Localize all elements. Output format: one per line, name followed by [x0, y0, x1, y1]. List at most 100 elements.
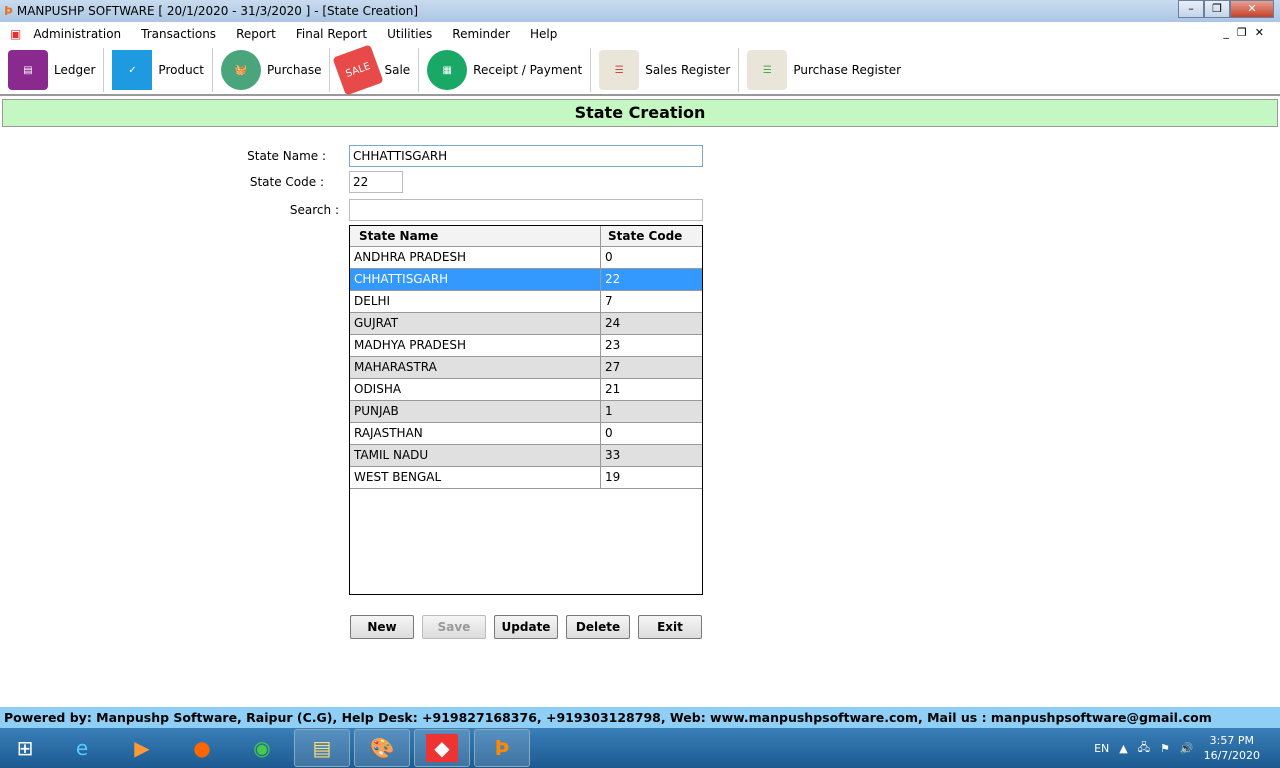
state-name-cell: WEST BENGAL [350, 467, 601, 488]
state-code-cell: 23 [605, 338, 621, 352]
sales-register-button[interactable]: ☰ Sales Register [591, 48, 740, 92]
chrome-icon[interactable]: ◉ [234, 729, 290, 767]
volume-icon[interactable]: 🔊 [1180, 742, 1194, 755]
purchase-label: Purchase [266, 63, 322, 77]
state-name-cell: PUNJAB [350, 401, 601, 422]
delete-button[interactable]: Delete [566, 615, 630, 639]
table-row[interactable]: MAHARASTRA 27 [350, 357, 702, 379]
menu-help[interactable]: Help [530, 27, 557, 41]
sale-tag-icon: SALE [332, 44, 385, 96]
anydesk-icon[interactable]: ◆ [414, 729, 470, 767]
sale-label: Sale [384, 63, 411, 77]
state-code-cell: 33 [605, 448, 621, 462]
ledger-label: Ledger [54, 63, 96, 77]
state-code-cell: 24 [605, 316, 621, 330]
clock-time: 3:57 PM [1209, 734, 1254, 747]
state-code-cell: 1 [605, 404, 613, 418]
window-title: MANPUSHP SOFTWARE [ 20/1/2020 - 31/3/202… [16, 4, 419, 18]
menu-administration[interactable]: Administration [33, 27, 121, 41]
purchase-register-label: Purchase Register [793, 63, 902, 77]
table-row[interactable]: RAJASTHAN 0 [350, 423, 702, 445]
purchase-button[interactable]: 🧺 Purchase [213, 48, 331, 92]
state-name-cell: GUJRAT [350, 313, 601, 334]
exit-button[interactable]: Exit [638, 615, 702, 639]
menu-reminder[interactable]: Reminder [452, 27, 510, 41]
state-name-cell: RAJASTHAN [350, 423, 601, 444]
manpushp-app-icon[interactable]: Ϸ [474, 729, 530, 767]
table-row[interactable]: PUNJAB 1 [350, 401, 702, 423]
internet-explorer-icon[interactable]: e [54, 729, 110, 767]
close-button[interactable]: ✕ [1230, 0, 1274, 18]
state-name-cell: CHHATTISGARH [350, 269, 601, 290]
menu-transactions[interactable]: Transactions [141, 27, 216, 41]
show-hidden-icons-icon[interactable]: ▲ [1119, 742, 1127, 755]
state-name-cell: MAHARASTRA [350, 357, 601, 378]
receipt-payment-button[interactable]: ▦ Receipt / Payment [419, 48, 592, 92]
receipt-payment-label: Receipt / Payment [473, 63, 583, 77]
receipt-icon: ▦ [427, 50, 468, 90]
register-icon: ☰ [747, 50, 788, 90]
table-row[interactable]: TAMIL NADU 33 [350, 445, 702, 467]
table-row[interactable]: WEST BENGAL 19 [350, 467, 702, 489]
taskbar: ⊞ e ▶ ● ◉ ▤ 🎨 ◆ Ϸ EN ▲ 🖧 ⚑ 🔊 3:57 PM 16/… [0, 728, 1280, 768]
table-row[interactable]: CHHATTISGARH 22 [350, 269, 702, 291]
basket-icon: 🧺 [220, 50, 261, 90]
menu-final-report[interactable]: Final Report [296, 27, 367, 41]
network-icon[interactable]: 🖧 [1138, 739, 1150, 758]
register-icon: ☰ [599, 50, 640, 90]
minimize-button[interactable]: – [1178, 0, 1204, 18]
state-code-cell: 27 [605, 360, 621, 374]
maximize-button[interactable]: ❐ [1204, 0, 1230, 18]
page-title: State Creation [2, 99, 1278, 127]
toolbar: ▤ Ledger ✓ Product 🧺 Purchase SALE Sale ▦ Rec… [0, 44, 1280, 96]
app-logo-icon: Ϸ [4, 4, 13, 18]
state-code-cell: 0 [605, 250, 613, 264]
mdi-app-icon[interactable]: ▣ [10, 27, 21, 41]
footer-info: Powered by: Manpushp Software, Raipur (C… [0, 707, 1280, 728]
action-center-flag-icon[interactable]: ⚑ [1160, 742, 1170, 755]
state-code-cell: 0 [605, 426, 613, 440]
table-header: State Name State Code [350, 226, 702, 247]
products-icon: ✓ [112, 50, 153, 90]
menu-report[interactable]: Report [236, 27, 276, 41]
state-name-input[interactable]: CHHATTISGARH [349, 145, 703, 167]
state-code-label: State Code : [249, 175, 324, 189]
new-button[interactable]: New [350, 615, 414, 639]
state-name-cell: DELHI [350, 291, 601, 312]
sales-register-label: Sales Register [645, 63, 731, 77]
state-name-cell: ANDHRA PRADESH [350, 247, 601, 268]
state-name-label: State Name : [247, 149, 326, 163]
product-button[interactable]: ✓ Product [104, 48, 213, 92]
table-row[interactable]: DELHI 7 [350, 291, 702, 313]
states-table[interactable]: State Name State Code ANDHRA PRADESH 0 CHH… [349, 225, 703, 595]
product-label: Product [158, 63, 204, 77]
ledger-book-icon: ▤ [8, 50, 48, 90]
paint-icon[interactable]: 🎨 [354, 729, 410, 767]
system-tray: EN ▲ 🖧 ⚑ 🔊 3:57 PM 16/7/2020 [1094, 728, 1260, 768]
purchase-register-button[interactable]: ☰ Purchase Register [739, 48, 909, 92]
table-row[interactable]: MADHYA PRADESH 23 [350, 335, 702, 357]
column-header-state-name[interactable]: State Name [350, 226, 601, 246]
clock-date: 16/7/2020 [1203, 749, 1260, 762]
menu-bar: ▣ Administration Transactions Report Fin… [0, 22, 1280, 46]
ledger-button[interactable]: ▤ Ledger [0, 48, 105, 92]
state-code-cell: 21 [605, 382, 621, 396]
table-row[interactable]: GUJRAT 24 [350, 313, 702, 335]
state-code-input[interactable]: 22 [349, 171, 403, 193]
mdi-controls[interactable]: _❐✕ [1223, 26, 1272, 39]
save-button[interactable]: Save [422, 615, 486, 639]
column-header-state-code[interactable]: State Code [601, 226, 702, 246]
search-input[interactable] [349, 199, 703, 221]
menu-utilities[interactable]: Utilities [387, 27, 432, 41]
language-indicator[interactable]: EN [1094, 742, 1109, 755]
state-name-cell: TAMIL NADU [350, 445, 601, 466]
clock[interactable]: 3:57 PM 16/7/2020 [1204, 733, 1260, 763]
update-button[interactable]: Update [494, 615, 558, 639]
media-player-icon[interactable]: ▶ [114, 729, 170, 767]
firefox-icon[interactable]: ● [174, 729, 230, 767]
sale-button[interactable]: SALE Sale [330, 44, 420, 96]
table-row[interactable]: ANDHRA PRADESH 0 [350, 247, 702, 269]
start-button[interactable]: ⊞ [0, 729, 50, 767]
file-explorer-icon[interactable]: ▤ [294, 729, 350, 767]
table-row[interactable]: ODISHA 21 [350, 379, 702, 401]
